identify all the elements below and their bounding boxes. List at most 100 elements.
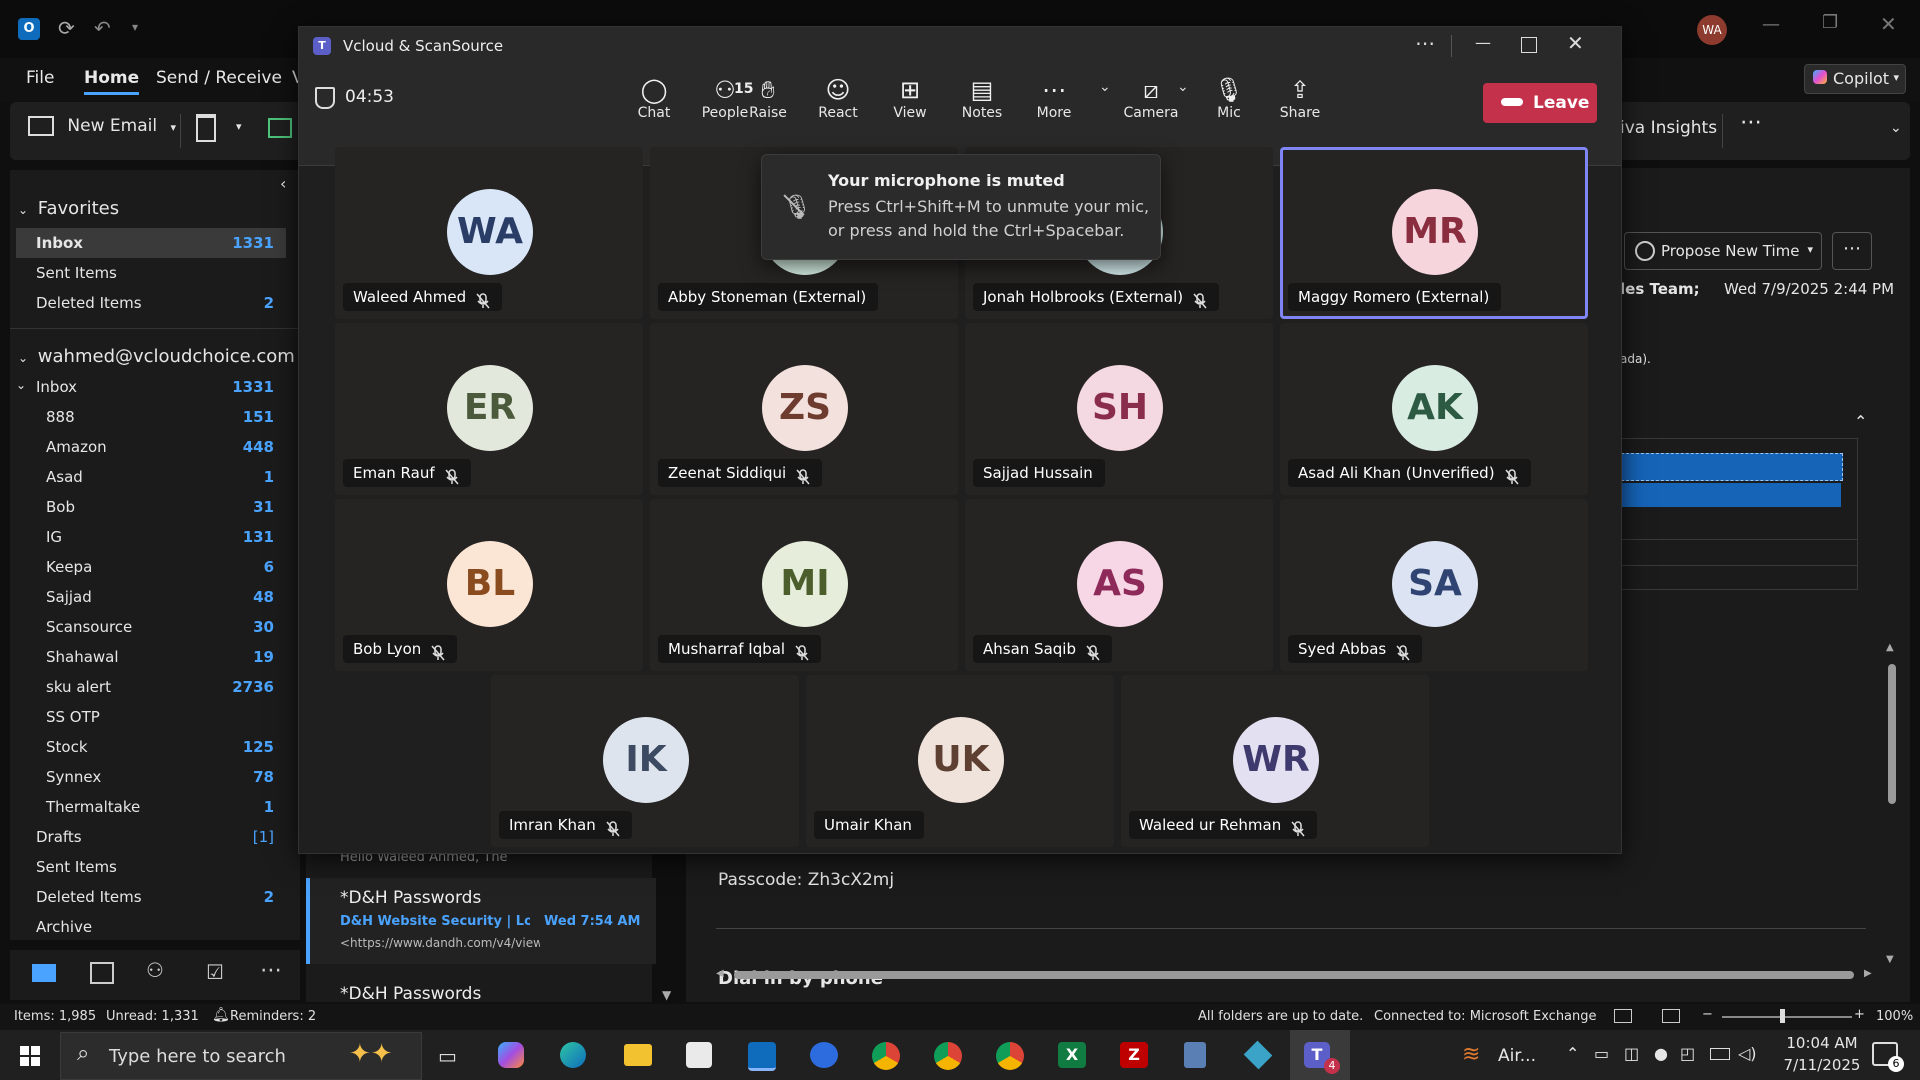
maximize-button[interactable]	[1521, 37, 1537, 53]
zoom-slider[interactable]	[1722, 1016, 1852, 1018]
tab-file[interactable]: File	[26, 68, 54, 88]
toolbar-share-button[interactable]: ⇪ Share	[1265, 27, 1335, 157]
teams-taskbar-icon[interactable]: T 4	[1290, 1030, 1350, 1080]
favorites-inbox[interactable]: Inbox 1331	[16, 228, 286, 258]
participant-tile[interactable]: ZS Zeenat Siddiqui	[650, 323, 958, 495]
close-button[interactable]: ✕	[1567, 31, 1584, 55]
more-actions-button[interactable]: ⋯	[1832, 232, 1872, 270]
filezilla-icon[interactable]: Z	[1120, 1042, 1148, 1068]
more-options-icon[interactable]: ⋯	[1740, 110, 1762, 135]
subfolder-item[interactable]: Asad 1	[16, 462, 286, 492]
app-icon[interactable]	[1243, 1040, 1273, 1070]
reading-view-icon[interactable]	[1662, 1009, 1680, 1023]
file-explorer-icon[interactable]	[624, 1044, 652, 1066]
participant-tile[interactable]: WA Waleed Ahmed	[335, 147, 643, 319]
scroll-up-icon[interactable]: ▲	[1886, 642, 1894, 653]
undo-icon[interactable]: ↶	[94, 16, 111, 40]
minimize-button[interactable]: —	[1475, 33, 1491, 52]
subfolder-item[interactable]: Sajjad 48	[16, 582, 286, 612]
message-item-selected[interactable]: *D&H Passwords D&H Website Security | Lo…	[306, 878, 656, 964]
volume-icon[interactable]: ◁)	[1738, 1044, 1757, 1063]
calculator-icon[interactable]	[1184, 1042, 1206, 1068]
customize-qat-icon[interactable]: ▾	[132, 20, 138, 34]
participant-tile[interactable]: WR Waleed ur Rehman	[1121, 675, 1429, 847]
tab-home[interactable]: Home	[84, 68, 140, 95]
tasks-icon[interactable]: ☑	[206, 960, 224, 984]
chrome-icon[interactable]	[872, 1042, 900, 1070]
subfolder-item[interactable]: Amazon 448	[16, 432, 286, 462]
zoom-in-icon[interactable]: +	[1854, 1007, 1865, 1022]
mic-options-chevron[interactable]: ⌄	[1177, 79, 1189, 95]
taskbar-search[interactable]: ⌕ Type here to search ✦✦	[60, 1032, 422, 1080]
minimize-button[interactable]: —	[1762, 14, 1780, 35]
toolbar-raise-button[interactable]: ✋︎ Raise	[733, 27, 803, 157]
outlook-taskbar-icon[interactable]	[748, 1042, 776, 1071]
user-avatar[interactable]: WA	[1697, 15, 1727, 45]
network-icon[interactable]: ◰	[1680, 1044, 1695, 1063]
new-email-button[interactable]: New Email ▾	[28, 116, 176, 146]
tab-send-receive[interactable]: Send / Receive	[156, 68, 282, 88]
clock-time[interactable]: 10:04 AM	[1782, 1034, 1862, 1052]
scroll-left-icon[interactable]: ◀	[716, 968, 724, 979]
zoom-app-icon[interactable]	[810, 1042, 838, 1068]
folder-item[interactable]: Drafts [1]	[16, 822, 286, 852]
battery-icon[interactable]	[1710, 1048, 1730, 1060]
delete-icon[interactable]	[196, 114, 216, 142]
participant-tile[interactable]: IK Imran Khan	[491, 675, 799, 847]
close-button[interactable]: ✕	[1880, 12, 1897, 36]
chrome-icon[interactable]	[996, 1042, 1024, 1070]
microphone-icon[interactable]: ●	[1654, 1044, 1668, 1063]
more-apps-icon[interactable]: ⋯	[260, 958, 282, 983]
scroll-right-icon[interactable]: ▶	[1864, 968, 1872, 979]
copilot-app-icon[interactable]	[498, 1042, 524, 1068]
toolbar-camera-button[interactable]: ⧄ Camera	[1116, 27, 1186, 157]
toolbar-view-button[interactable]: ⊞ View	[875, 27, 945, 157]
subfolder-item[interactable]: Stock 125	[16, 732, 286, 762]
propose-new-time-button[interactable]: Propose New Time ▾	[1624, 232, 1822, 270]
edge-icon[interactable]	[560, 1042, 586, 1068]
leave-button[interactable]: Leave	[1483, 83, 1597, 123]
camera-icon[interactable]: ◫	[1624, 1044, 1639, 1063]
subfolder-item[interactable]: IG 131	[16, 522, 286, 552]
folder-item[interactable]: Sent Items	[16, 852, 286, 882]
collapse-pane-icon[interactable]: ‹	[280, 174, 286, 193]
participant-tile[interactable]: BL Bob Lyon	[335, 499, 643, 671]
subfolder-item[interactable]: 888 151	[16, 402, 286, 432]
participant-tile[interactable]: MI Musharraf Iqbal	[650, 499, 958, 671]
clock-date[interactable]: 7/11/2025	[1782, 1056, 1862, 1074]
horizontal-scrollbar[interactable]: ◀ ▶	[716, 968, 1876, 982]
scroll-thumb[interactable]	[1888, 664, 1896, 804]
scroll-down-icon[interactable]: ▼	[662, 988, 671, 1002]
collapse-ribbon-icon[interactable]: ⌄	[1890, 120, 1902, 136]
participant-tile[interactable]: MR Maggy Romero (External)	[1280, 147, 1588, 319]
copilot-button[interactable]: Copilot ▾	[1804, 64, 1906, 94]
zoom-slider-thumb[interactable]	[1780, 1009, 1785, 1023]
toolbar-more-button[interactable]: ⋯ More	[1019, 27, 1089, 157]
store-icon[interactable]	[686, 1042, 712, 1068]
calendar-icon[interactable]	[90, 962, 114, 984]
more-options-icon[interactable]: ⋯	[1415, 31, 1435, 55]
account-header[interactable]: ⌄ wahmed@vcloudchoice.com	[18, 346, 295, 367]
subfolder-item[interactable]: Shahawal 19	[16, 642, 286, 672]
subfolder-item[interactable]: sku alert 2736	[16, 672, 286, 702]
folder-item[interactable]: Archive	[16, 912, 286, 942]
zoom-out-icon[interactable]: −	[1702, 1007, 1713, 1022]
scroll-thumb[interactable]	[734, 971, 1854, 979]
subfolder-item[interactable]: SS OTP	[16, 702, 286, 732]
participant-tile[interactable]: ER Eman Rauf	[335, 323, 643, 495]
participant-tile[interactable]: AK Asad Ali Khan (Unverified)	[1280, 323, 1588, 495]
subfolder-item[interactable]: Keepa 6	[16, 552, 286, 582]
monitor-icon[interactable]: ▭	[1594, 1044, 1609, 1063]
toolbar-react-button[interactable]: ☺ React	[803, 27, 873, 157]
archive-icon[interactable]	[268, 118, 292, 138]
reading-scrollbar[interactable]: ▲ ▼	[1886, 642, 1898, 972]
task-view-icon[interactable]: ▭	[438, 1044, 457, 1068]
mail-icon[interactable]	[32, 964, 56, 982]
participant-tile[interactable]: UK Umair Khan	[806, 675, 1114, 847]
show-hidden-icons[interactable]: ⌃	[1566, 1044, 1579, 1063]
weather-icon[interactable]: ≋	[1462, 1042, 1480, 1067]
toolbar-chat-button[interactable]: ◯ Chat	[619, 27, 689, 157]
weather-label[interactable]: Air...	[1498, 1046, 1536, 1066]
subfolder-item[interactable]: Scansource 30	[16, 612, 286, 642]
message-sender[interactable]: *D&H Passwords	[340, 984, 481, 1004]
